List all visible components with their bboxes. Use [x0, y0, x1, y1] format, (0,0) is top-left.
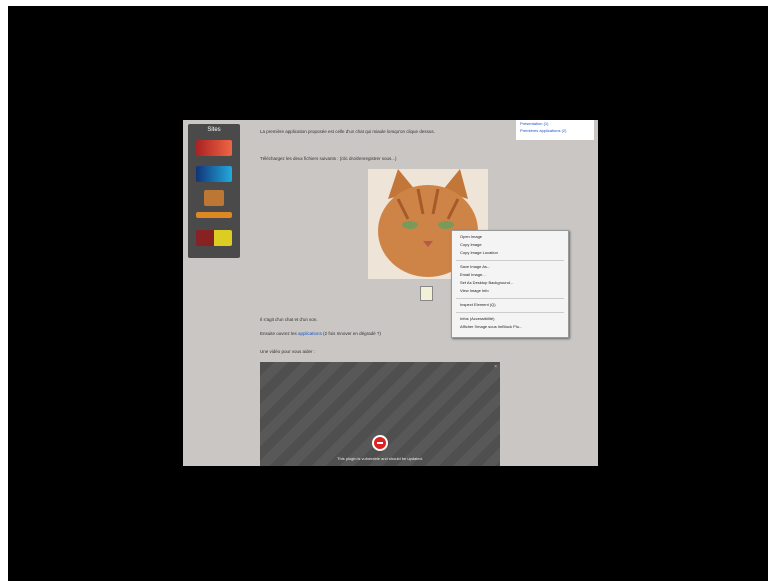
- menu-item-imblock[interactable]: Afficher l'image sous ImBlock Plu...: [460, 324, 522, 329]
- logo-icon-4[interactable]: [196, 212, 232, 218]
- menu-item-view-image-info[interactable]: View Image Info: [460, 288, 489, 293]
- paragraph-5: Une vidéo pour vous aider :: [260, 349, 316, 354]
- close-icon[interactable]: ×: [494, 364, 497, 370]
- paragraph-3: Il s'agit d'un chat et d'un son.: [260, 317, 318, 322]
- menu-separator: [456, 260, 564, 261]
- toc-item-2[interactable]: Premières applications (2): [520, 127, 594, 134]
- paragraph-4: Ensuite ouvrez les applications (2 fois …: [260, 330, 381, 337]
- menu-item-copy-image-location[interactable]: Copy Image Location: [460, 250, 498, 255]
- table-of-contents: Présentation (1) Premières applications …: [516, 120, 594, 140]
- menu-separator: [456, 312, 564, 313]
- logo-icon-3[interactable]: [204, 190, 224, 206]
- paragraph-4-end: (2 fois Innover en dégradé ?): [323, 331, 381, 336]
- toc-item-1[interactable]: Présentation (1): [520, 120, 594, 127]
- logo-icon-1[interactable]: [196, 140, 232, 156]
- menu-item-save-image[interactable]: Save Image As...: [460, 264, 490, 269]
- menu-separator: [456, 298, 564, 299]
- menu-item-email-image[interactable]: Email Image...: [460, 272, 486, 277]
- web-page: Sites Présentation (1) Premières applica…: [183, 120, 598, 466]
- video-player[interactable]: × This plugin is vulnerable and should b…: [260, 362, 500, 466]
- menu-item-inspect-element[interactable]: Inspect Element (Q): [460, 302, 496, 307]
- paragraph-4-start: Ensuite ouvrez les: [260, 331, 297, 336]
- logo-icon-2[interactable]: [196, 166, 232, 182]
- context-menu: Open Image Copy Image Copy Image Locatio…: [451, 230, 569, 338]
- sidebar-title: Sites: [207, 127, 221, 133]
- menu-item-accessibility[interactable]: Infos (Accessibilité): [460, 316, 494, 321]
- sound-file-icon[interactable]: [420, 286, 433, 301]
- logo-icon-5[interactable]: [196, 230, 232, 246]
- blocked-plugin-icon[interactable]: [372, 435, 388, 451]
- sidebar: Sites: [188, 124, 240, 258]
- applications-link[interactable]: applications: [298, 331, 322, 336]
- menu-item-open-image[interactable]: Open Image: [460, 234, 482, 239]
- paragraph-2: Téléchargez les deux fichiers suivants :…: [260, 156, 397, 161]
- menu-item-set-background[interactable]: Set As Desktop Background...: [460, 280, 513, 285]
- menu-item-copy-image[interactable]: Copy Image: [460, 242, 482, 247]
- blocked-plugin-message: This plugin is vulnerable and should be …: [337, 456, 423, 461]
- paragraph-1: La première application proposée est cel…: [260, 129, 435, 134]
